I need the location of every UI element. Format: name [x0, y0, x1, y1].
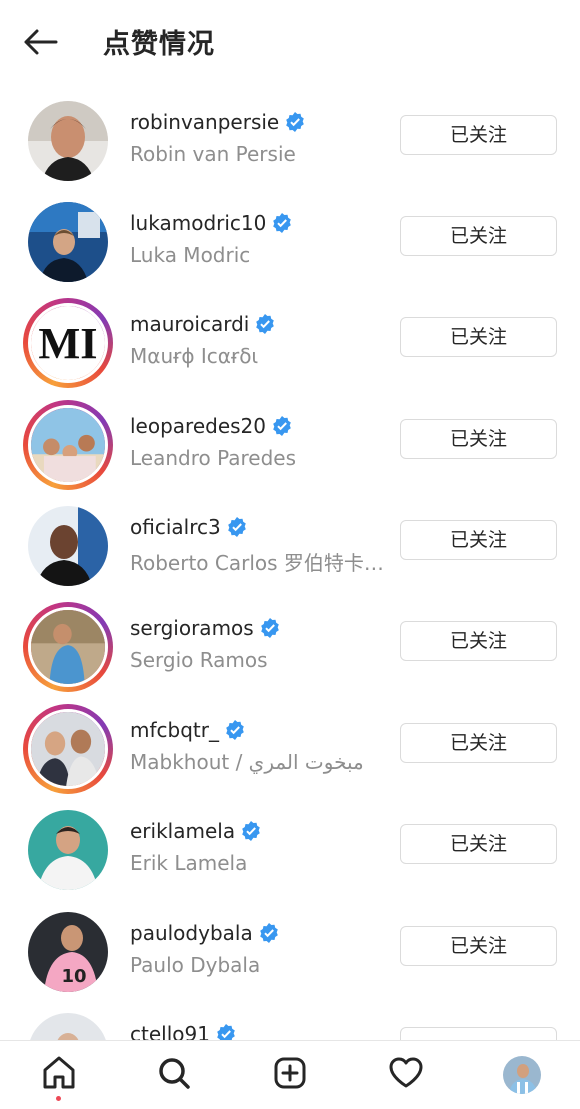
bottom-nav — [0, 1040, 580, 1109]
avatar: MI — [28, 303, 108, 383]
following-button[interactable] — [400, 1027, 557, 1040]
following-button[interactable]: 已关注 — [400, 419, 557, 459]
svg-text:10: 10 — [61, 966, 86, 987]
svg-text:MI: MI — [38, 318, 97, 368]
verified-badge-icon — [256, 314, 275, 334]
search-icon[interactable] — [154, 1053, 194, 1093]
list-item[interactable]: ctello91 — [0, 1008, 580, 1040]
avatar[interactable]: 10 — [23, 907, 113, 997]
avatar[interactable] — [23, 197, 113, 287]
following-button[interactable]: 已关注 — [400, 216, 557, 256]
following-button[interactable]: 已关注 — [400, 317, 557, 357]
username[interactable]: eriklamela — [130, 819, 261, 843]
avatar — [28, 709, 108, 789]
verified-badge-icon — [273, 416, 291, 436]
list-item[interactable]: MI mauroicardi Mαuɍɸ Icαɍδι 已关注 — [0, 298, 580, 399]
username[interactable]: robinvanpersie — [130, 110, 305, 134]
username[interactable]: mauroicardi — [130, 312, 275, 336]
verified-badge-icon — [227, 517, 246, 537]
avatar[interactable] — [23, 1008, 113, 1040]
verified-badge-icon — [259, 923, 278, 943]
username[interactable]: lukamodric10 — [130, 211, 292, 235]
home-icon[interactable] — [39, 1053, 79, 1093]
list-item[interactable]: sergioramos Sergio Ramos 已关注 — [0, 602, 580, 703]
header: 点赞情况 — [0, 0, 580, 84]
full-name: Paulo Dybala — [130, 953, 261, 977]
username[interactable]: leoparedes20 — [130, 414, 292, 438]
full-name: Luka Modric — [130, 243, 251, 267]
avatar — [28, 405, 108, 485]
username[interactable]: mfcbqtr_ — [130, 718, 245, 742]
page-title: 点赞情况 — [103, 29, 215, 60]
avatar-story-ring[interactable] — [23, 400, 113, 490]
following-button[interactable]: 已关注 — [400, 520, 557, 560]
full-name: Mαuɍɸ Icαɍδι — [130, 344, 259, 368]
full-name: Sergio Ramos — [130, 648, 268, 672]
verified-badge-icon — [242, 821, 260, 841]
activity-heart-icon[interactable] — [386, 1053, 426, 1093]
full-name: Mabkhout / مبخوت المري — [130, 750, 364, 774]
full-name: Leandro Paredes — [130, 446, 297, 470]
profile-avatar[interactable] — [503, 1056, 541, 1094]
avatar-story-ring[interactable] — [23, 704, 113, 794]
verified-badge-icon — [273, 213, 292, 233]
full-name: Roberto Carlos 罗伯特卡洛斯 — [130, 551, 396, 575]
following-button[interactable]: 已关注 — [400, 621, 557, 661]
verified-badge-icon — [286, 112, 305, 132]
avatar-story-ring[interactable] — [23, 602, 113, 692]
username[interactable]: ctello91 — [130, 1022, 236, 1040]
avatar[interactable] — [23, 96, 113, 186]
list-item[interactable]: robinvanpersie Robin van Persie 已关注 — [0, 96, 580, 197]
avatar — [28, 607, 108, 687]
verified-badge-icon — [217, 1024, 235, 1040]
full-name: Robin van Persie — [130, 142, 296, 166]
back-arrow-icon[interactable] — [20, 24, 60, 60]
following-button[interactable]: 已关注 — [400, 824, 557, 864]
list-item[interactable]: oficialrc3 Roberto Carlos 罗伯特卡洛斯 已关注 — [0, 501, 580, 602]
list-item[interactable]: 10 paulodybala Paulo Dybala 已关注 — [0, 907, 580, 1008]
username[interactable]: paulodybala — [130, 921, 279, 945]
full-name: Erik Lamela — [130, 851, 248, 875]
new-post-icon[interactable] — [270, 1053, 310, 1093]
following-button[interactable]: 已关注 — [400, 723, 557, 763]
username[interactable]: sergioramos — [130, 616, 280, 640]
avatar[interactable] — [23, 501, 113, 591]
following-button[interactable]: 已关注 — [400, 115, 557, 155]
username[interactable]: oficialrc3 — [130, 515, 247, 539]
likes-list[interactable]: robinvanpersie Robin van Persie 已关注 luka… — [0, 0, 580, 1040]
avatar[interactable] — [23, 805, 113, 895]
list-item[interactable]: eriklamela Erik Lamela 已关注 — [0, 805, 580, 906]
verified-badge-icon — [260, 618, 279, 638]
list-item[interactable]: mfcbqtr_ Mabkhout / مبخوت المري 已关注 — [0, 704, 580, 805]
list-item[interactable]: leoparedes20 Leandro Paredes 已关注 — [0, 400, 580, 501]
avatar-story-ring[interactable]: MI — [23, 298, 113, 388]
following-button[interactable]: 已关注 — [400, 926, 557, 966]
list-item[interactable]: lukamodric10 Luka Modric 已关注 — [0, 197, 580, 298]
verified-badge-icon — [226, 720, 244, 740]
notification-dot — [56, 1096, 61, 1101]
